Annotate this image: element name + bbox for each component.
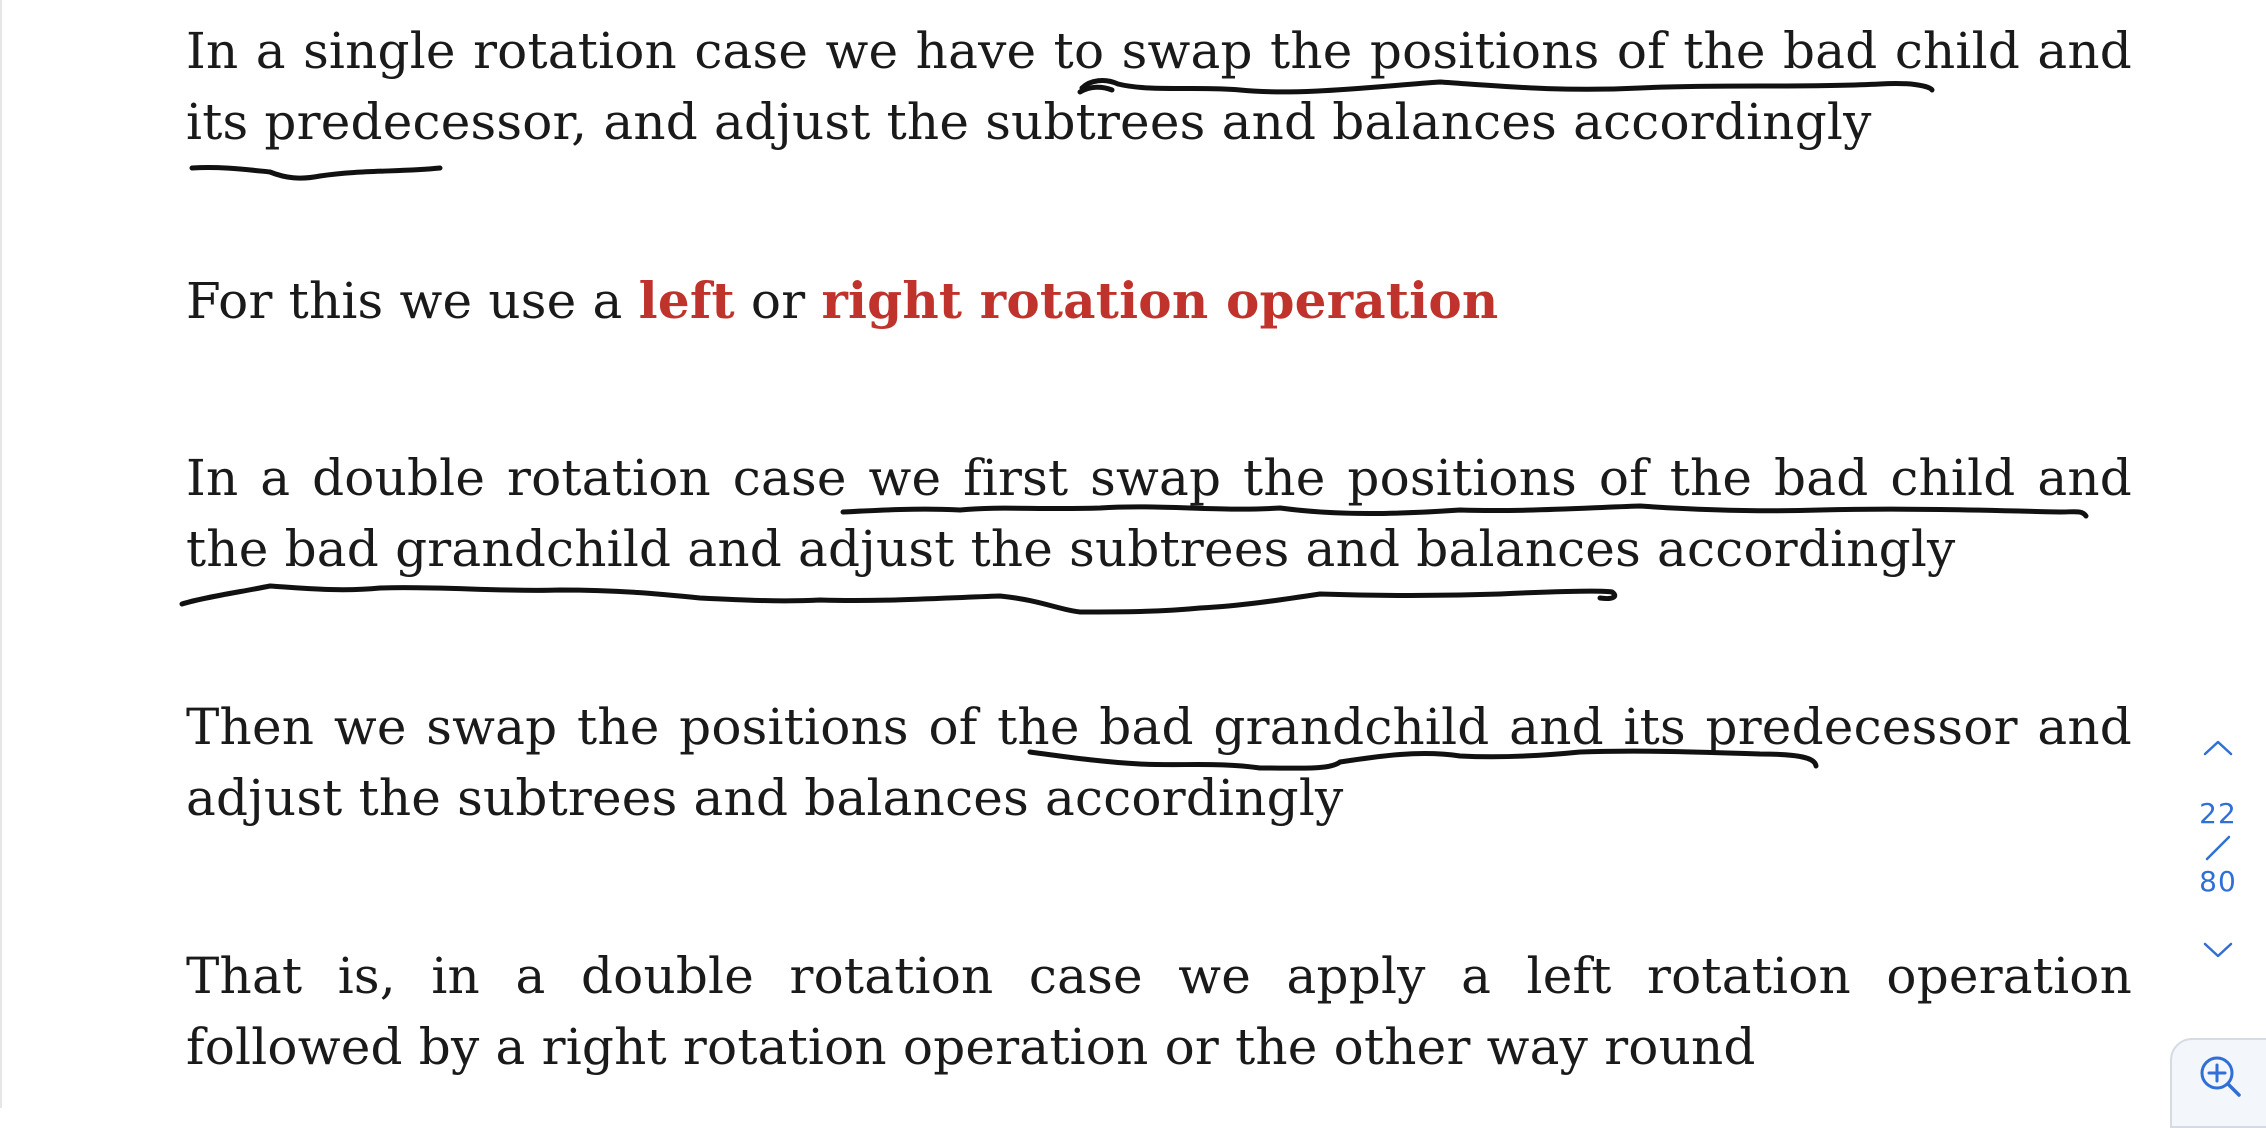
paragraph-rotation-operation: For this we use a left or right rotation…	[186, 265, 2132, 337]
page-navigator: 22 80	[2180, 720, 2256, 980]
total-page-count: 80	[2199, 865, 2237, 898]
highlight-left: left	[638, 271, 735, 330]
highlight-right-rotation-operation: right rotation operation	[821, 271, 1499, 330]
paragraph-rotation-prefix: For this we use a	[186, 272, 639, 330]
zoom-in-icon	[2200, 1056, 2241, 1097]
paragraph-double-rotation-text: In a double rotation case we first swap …	[186, 449, 2132, 578]
paragraph-second-swap: Then we swap the positions of the bad gr…	[186, 692, 2132, 834]
paragraph-double-rotation: In a double rotation case we first swap …	[186, 443, 2132, 585]
chevron-up-icon	[2203, 740, 2233, 756]
paragraph-rotation-or: or	[734, 272, 822, 330]
paragraph-summary: That is, in a double rotation case we ap…	[186, 941, 2132, 1083]
current-page-number: 22	[2199, 797, 2237, 830]
next-page-button[interactable]	[2196, 930, 2240, 970]
slide-page: In a single rotation case we have to swa…	[0, 0, 2266, 1108]
paragraph-single-rotation: In a single rotation case we have to swa…	[186, 16, 2132, 158]
zoom-in-button[interactable]	[2170, 1038, 2266, 1128]
page-separator-slash	[2205, 835, 2231, 861]
chevron-down-icon	[2203, 942, 2233, 958]
previous-page-button[interactable]	[2196, 728, 2240, 768]
paragraph-summary-text: That is, in a double rotation case we ap…	[186, 947, 2132, 1076]
paragraph-second-swap-text: Then we swap the positions of the bad gr…	[186, 698, 2132, 827]
paragraph-single-rotation-text: In a single rotation case we have to swa…	[186, 22, 2132, 151]
